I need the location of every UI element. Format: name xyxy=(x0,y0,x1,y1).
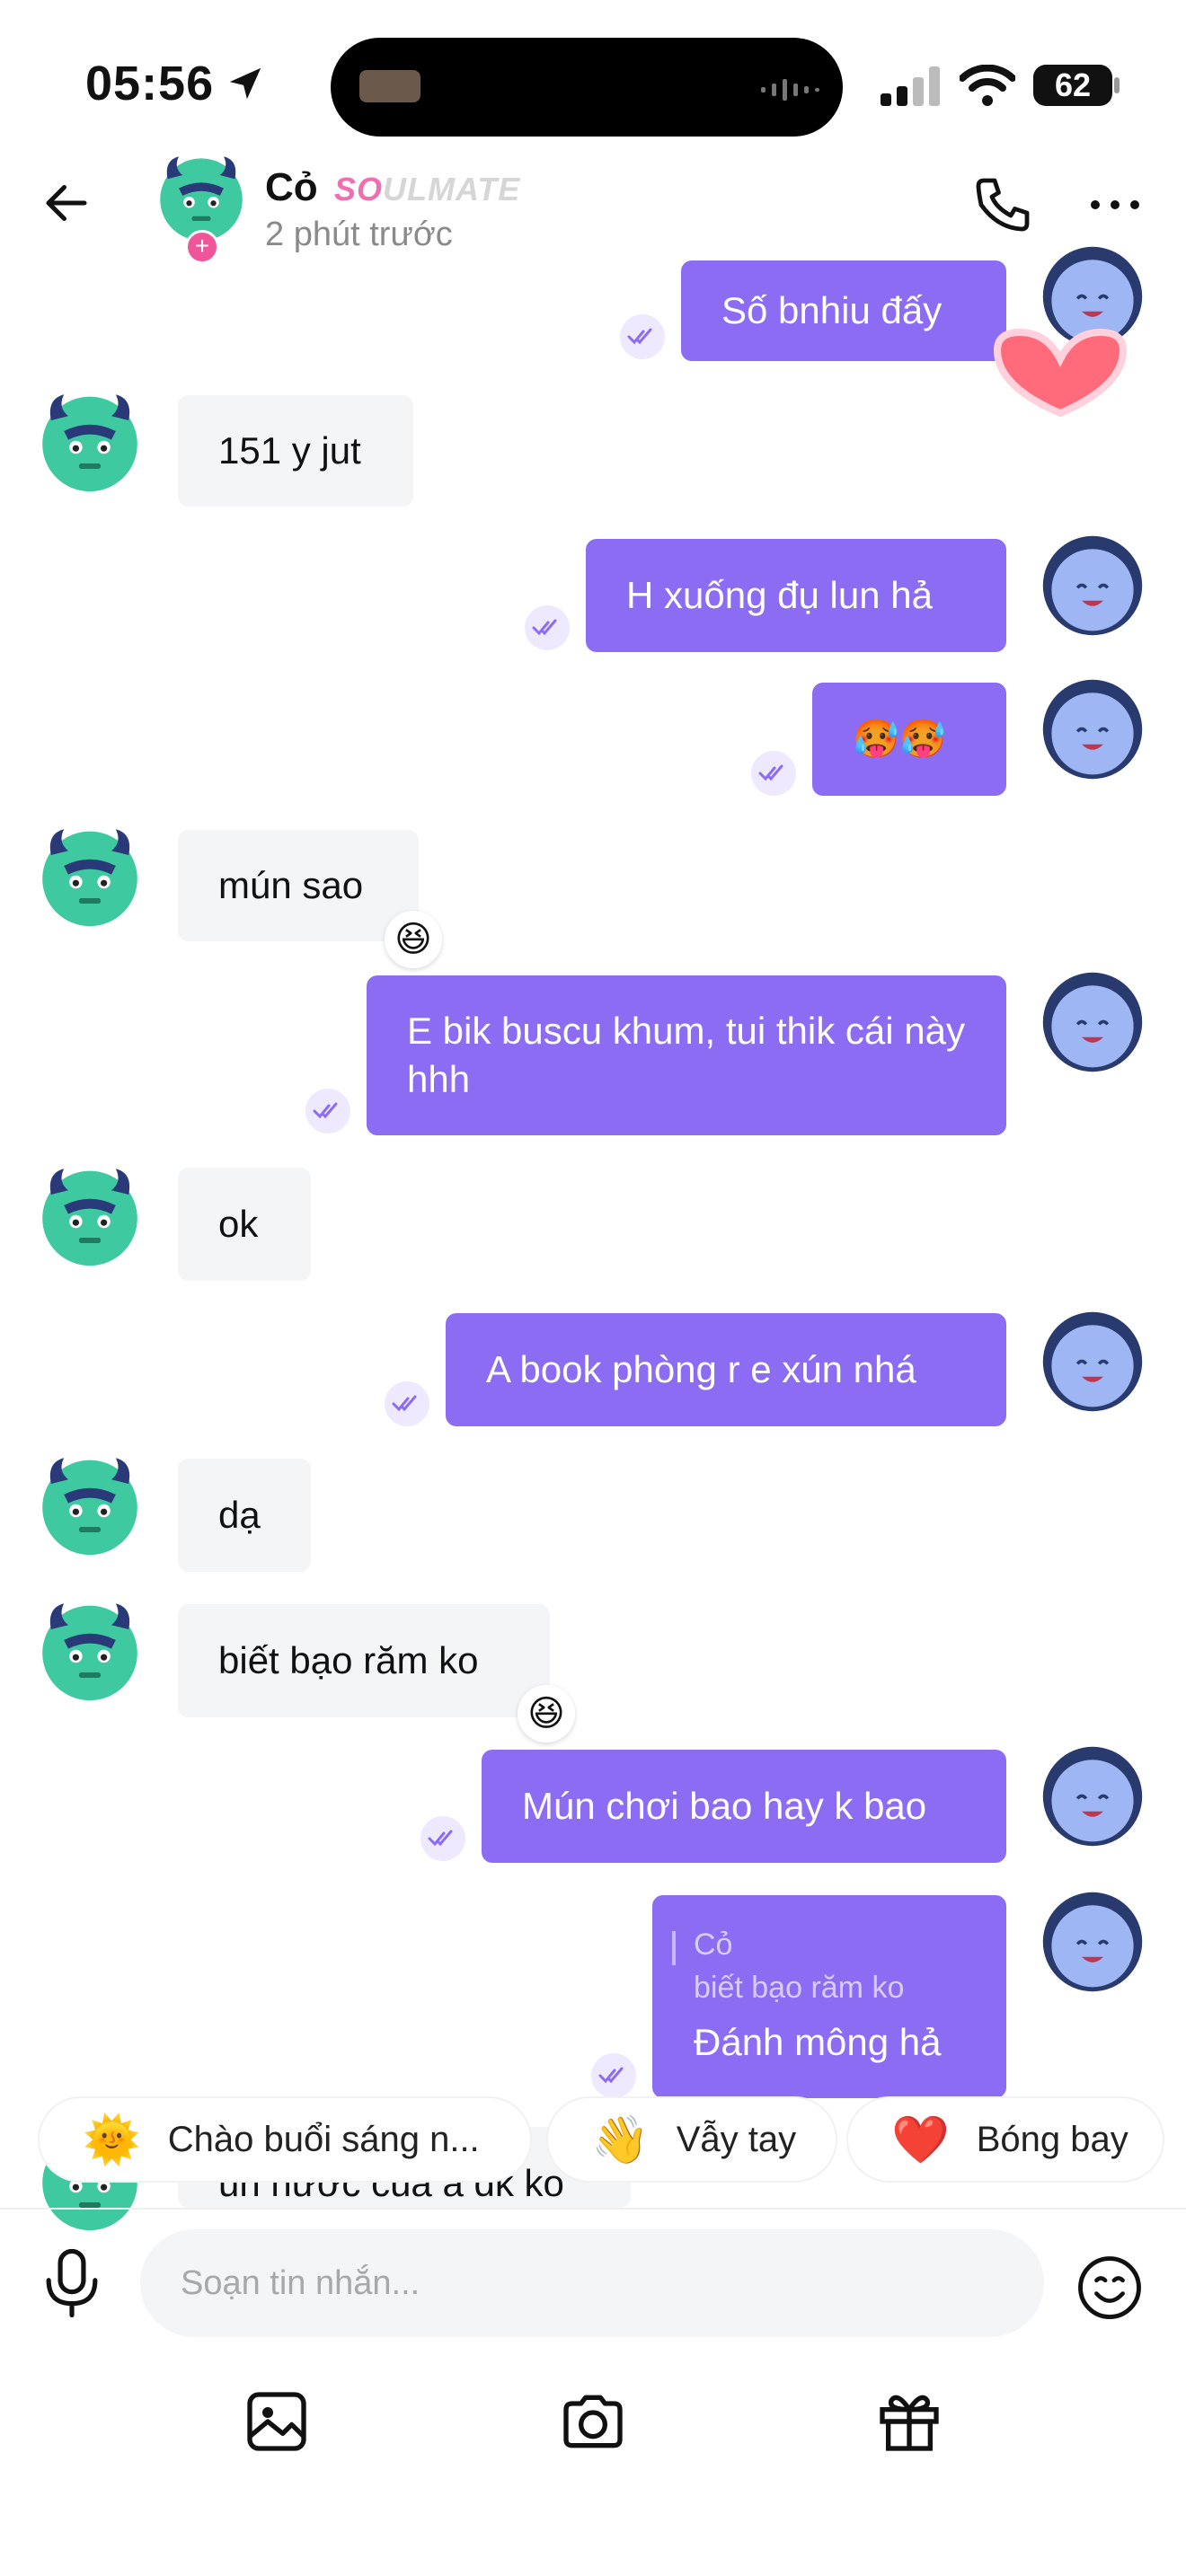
avatar-me[interactable] xyxy=(1039,1308,1146,1416)
read-receipt-icon xyxy=(420,1816,465,1861)
message-bubble-incoming[interactable]: 151 y jut xyxy=(178,395,413,507)
read-receipt-icon xyxy=(525,605,570,650)
heart-emoji-icon: ❤️ xyxy=(891,2113,950,2166)
message-bubble-outgoing[interactable]: Số bnhiu đấy xyxy=(681,260,1006,361)
read-receipt-icon xyxy=(620,314,665,359)
avatar-contact[interactable] xyxy=(36,823,144,931)
message-bubble-incoming[interactable]: mún sao xyxy=(178,830,419,941)
message-input[interactable]: Soạn tin nhắn... xyxy=(140,2229,1044,2337)
message-bubble-incoming[interactable]: dạ xyxy=(178,1459,311,1572)
avatar-contact[interactable] xyxy=(36,1162,144,1270)
avatar-me[interactable] xyxy=(1039,1888,1146,1996)
read-receipt-icon xyxy=(305,1089,350,1134)
heart-sticker-icon xyxy=(993,328,1128,418)
read-receipt-icon xyxy=(385,1381,429,1426)
message-bubble-outgoing[interactable]: A book phòng r e xún nhá xyxy=(446,1313,1006,1426)
avatar-contact[interactable] xyxy=(36,1597,144,1705)
reaction-laugh-icon[interactable]: 😆 xyxy=(385,911,442,968)
composer-divider xyxy=(0,2208,1186,2210)
emoji-button[interactable] xyxy=(1075,2253,1145,2323)
quick-reply-balloon[interactable]: ❤️ Bóng bay xyxy=(848,2098,1163,2181)
reply-quote-name: Cỏ xyxy=(694,1928,733,1962)
message-bubble-incoming[interactable]: ok xyxy=(178,1168,311,1281)
quick-reply-wave[interactable]: 👋 Vẫy tay xyxy=(548,2098,836,2181)
message-text: Đánh mông hả xyxy=(694,2021,942,2063)
avatar-contact[interactable] xyxy=(36,1451,144,1559)
gift-button[interactable] xyxy=(873,2386,945,2457)
sun-emoji-icon: 🌞 xyxy=(83,2113,141,2166)
message-bubble-outgoing[interactable]: 🥵🥵 xyxy=(812,683,1006,796)
read-receipt-icon xyxy=(591,2053,636,2098)
avatar-contact[interactable] xyxy=(36,388,144,496)
gallery-image-button[interactable] xyxy=(241,2386,313,2457)
message-bubble-outgoing[interactable]: E bik buscu khum, tui thik cái này hhh xyxy=(367,975,1006,1135)
avatar-me[interactable] xyxy=(1039,675,1146,783)
avatar-me[interactable] xyxy=(1039,1742,1146,1850)
microphone-button[interactable] xyxy=(36,2245,108,2321)
avatar-me[interactable] xyxy=(1039,532,1146,640)
read-receipt-icon xyxy=(751,751,796,796)
message-bubble-outgoing[interactable]: Mún chơi bao hay k bao xyxy=(482,1750,1006,1863)
reply-quote-text: biết bạo răm ko xyxy=(694,1971,905,2005)
header-mask xyxy=(0,0,1186,260)
reply-quote-bar xyxy=(672,1931,676,1965)
quick-reply-good-morning[interactable]: 🌞 Chào buổi sáng n... xyxy=(40,2098,530,2181)
camera-button[interactable] xyxy=(557,2386,629,2457)
message-bubble-outgoing-reply[interactable]: Cỏ biết bạo răm ko Đánh mông hả xyxy=(652,1895,1006,2098)
message-bubble-outgoing[interactable]: H xuống đụ lun hả xyxy=(586,539,1006,652)
reaction-laugh-icon[interactable]: 😆 xyxy=(518,1685,575,1742)
avatar-me[interactable] xyxy=(1039,968,1146,1076)
message-bubble-incoming[interactable]: biết bạo răm ko xyxy=(178,1604,550,1717)
waving-hand-emoji-icon: 👋 xyxy=(591,2113,650,2166)
